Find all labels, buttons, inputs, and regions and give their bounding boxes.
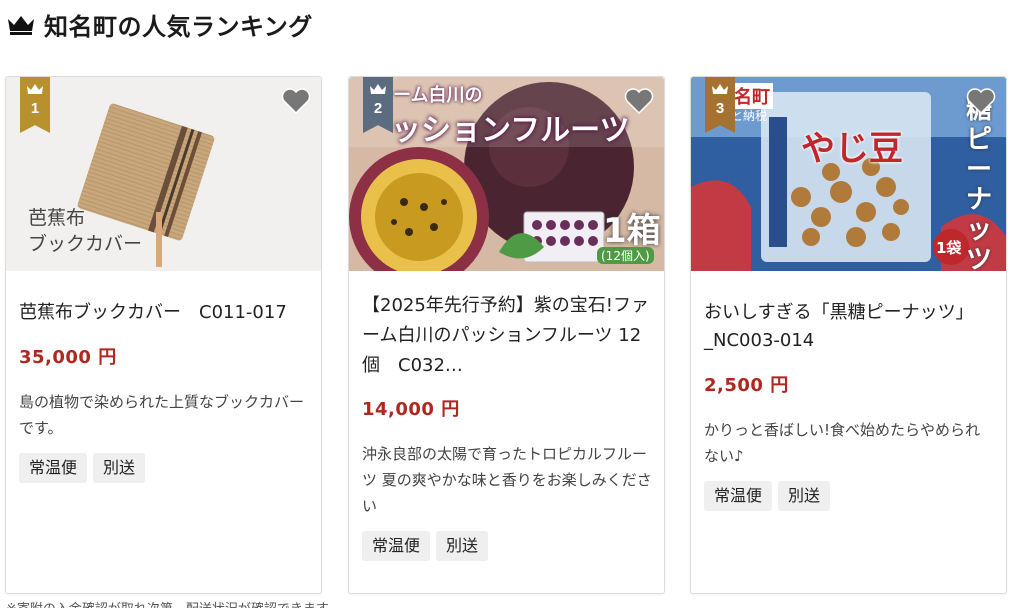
rank-number: 2: [373, 100, 383, 117]
image-text-box: 1箱: [603, 211, 661, 251]
rank-badge: 2: [363, 77, 393, 133]
product-title[interactable]: 芭蕉布ブックカバー C011-017: [19, 299, 309, 327]
crown-icon: [370, 84, 386, 94]
favorite-heart-icon[interactable]: [624, 87, 654, 115]
crown-icon: [8, 16, 34, 35]
rank-badge: 1: [20, 77, 50, 133]
tag-shipping: 常温便: [362, 531, 431, 561]
image-text-furusato: と納税: [731, 109, 768, 123]
ranking-heading: 知名町の人気ランキング: [6, 6, 313, 42]
image-text-main: ッションフルーツ: [391, 113, 630, 148]
tag-list: 常温便 別送: [704, 481, 831, 511]
tag-list: 常温便 別送: [19, 453, 146, 483]
tag-separate: 別送: [93, 453, 146, 483]
image-text-farm: ーム白川の: [393, 85, 483, 106]
image-text-count: 1袋: [936, 239, 962, 257]
tag-shipping: 常温便: [704, 481, 773, 511]
product-title[interactable]: 【2025年先行予約】紫の宝石!ファーム白川のパッションフルーツ 12個 C03…: [362, 291, 652, 381]
rank-number: 1: [30, 100, 40, 117]
image-text-vertical: 糖ピーナッツ: [966, 95, 993, 271]
tag-separate: 別送: [436, 531, 489, 561]
ranking-card-3[interactable]: 名町 と納税 やじ豆 糖ピーナッツ 1袋 3 おいしすぎる「黒糖ピーナッツ」_N…: [690, 76, 1007, 594]
favorite-heart-icon[interactable]: [966, 87, 996, 115]
tag-shipping: 常温便: [19, 453, 88, 483]
product-price: 2,500 円: [704, 375, 789, 396]
product-image[interactable]: 芭蕉布 ブックカバー: [6, 77, 321, 271]
product-description: かりっと香ばしい!食べ始めたらやめられない♪: [704, 421, 981, 465]
product-image[interactable]: 名町 と納税 やじ豆 糖ピーナッツ 1袋: [691, 77, 1006, 271]
tag-list: 常温便 別送: [362, 531, 489, 561]
ranking-card-1[interactable]: 芭蕉布 ブックカバー 1 芭蕉布ブックカバー C011-017 35,000 円…: [5, 76, 322, 594]
footer-note: ※寄附の入金確認が取れ次第、配送状況が確認できます。: [6, 598, 341, 608]
product-description: 島の植物で染められた上質なブックカバーです。: [19, 393, 305, 437]
product-title[interactable]: おいしすぎる「黒糖ピーナッツ」_NC003-014: [704, 299, 994, 355]
ranking-title: 知名町の人気ランキング: [44, 12, 313, 41]
image-text-box-sub: (12個入): [597, 247, 654, 264]
product-price: 14,000 円: [362, 399, 460, 420]
product-description: 沖永良部の太陽で育ったトロピカルフルーツ 夏の爽やかな味と香りをお楽しみください: [362, 445, 652, 515]
tag-separate: 別送: [778, 481, 831, 511]
favorite-heart-icon[interactable]: [281, 87, 311, 115]
ranking-card-2[interactable]: ーム白川の ッションフルーツ 1箱 (12個入) 2 【2025年先行予約】紫の…: [348, 76, 665, 594]
image-text-bag: やじ豆: [801, 129, 903, 169]
image-text-town: 名町: [731, 83, 773, 109]
product-price: 35,000 円: [19, 347, 117, 368]
rank-number: 3: [715, 100, 725, 117]
image-caption: 芭蕉布 ブックカバー: [28, 207, 143, 255]
crown-icon: [712, 84, 728, 94]
rank-badge: 3: [705, 77, 735, 133]
crown-icon: [27, 84, 43, 94]
product-image[interactable]: ーム白川の ッションフルーツ 1箱 (12個入): [349, 77, 664, 271]
